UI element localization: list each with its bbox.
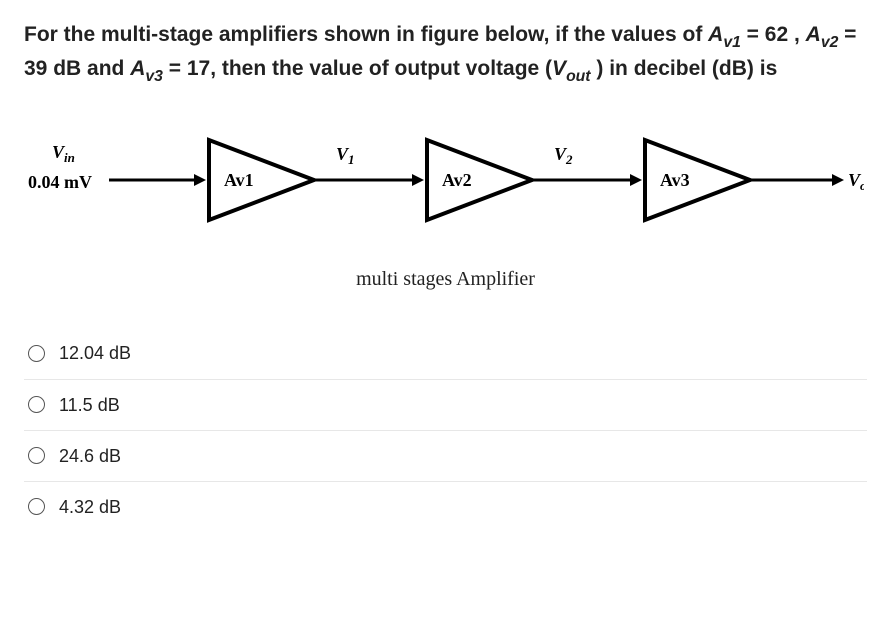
q-av3-sub: v3: [145, 68, 163, 85]
option-d[interactable]: 4.32 dB: [24, 482, 867, 532]
q-prefix: For the multi-stage amplifiers shown in …: [24, 23, 708, 46]
option-label: 11.5 dB: [59, 392, 120, 418]
radio-icon: [28, 498, 45, 515]
option-b[interactable]: 11.5 dB: [24, 380, 867, 431]
circuit-diagram: Vin 0.04 mV Av1 V1 Av2 V2 Av3 Vout multi…: [24, 120, 867, 294]
svg-text:0.04 mV: 0.04 mV: [28, 172, 92, 192]
q-av2-sub: v2: [821, 34, 839, 51]
q-av1-eq: = 62 ,: [741, 23, 806, 46]
svg-text:V2: V2: [554, 144, 573, 167]
diagram-caption: multi stages Amplifier: [24, 265, 867, 294]
q-vout-sym: V: [552, 57, 566, 80]
svg-text:Av3: Av3: [660, 170, 690, 190]
option-c[interactable]: 24.6 dB: [24, 431, 867, 482]
radio-icon: [28, 396, 45, 413]
svg-text:Av1: Av1: [224, 170, 254, 190]
q-av2-sym: A: [806, 23, 821, 46]
option-label: 4.32 dB: [59, 494, 121, 520]
radio-icon: [28, 447, 45, 464]
q-av3-sym: A: [130, 57, 145, 80]
q-vout-sub: out: [566, 68, 591, 85]
svg-text:Vin: Vin: [52, 142, 75, 165]
answer-options: 12.04 dB 11.5 dB 24.6 dB 4.32 dB: [24, 328, 867, 531]
amplifier-svg: Vin 0.04 mV Av1 V1 Av2 V2 Av3 Vout: [24, 120, 864, 250]
q-suffix: ) in decibel (dB) is: [591, 57, 778, 80]
option-a[interactable]: 12.04 dB: [24, 328, 867, 379]
q-av1-sym: A: [708, 23, 723, 46]
q-av1-sub: v1: [723, 34, 741, 51]
radio-icon: [28, 345, 45, 362]
svg-text:Vout: Vout: [848, 170, 864, 193]
question-text: For the multi-stage amplifiers shown in …: [24, 20, 867, 88]
q-av3-eq: = 17, then the value of output voltage (: [163, 57, 552, 80]
option-label: 24.6 dB: [59, 443, 121, 469]
svg-text:V1: V1: [336, 144, 355, 167]
option-label: 12.04 dB: [59, 340, 131, 366]
svg-text:Av2: Av2: [442, 170, 472, 190]
